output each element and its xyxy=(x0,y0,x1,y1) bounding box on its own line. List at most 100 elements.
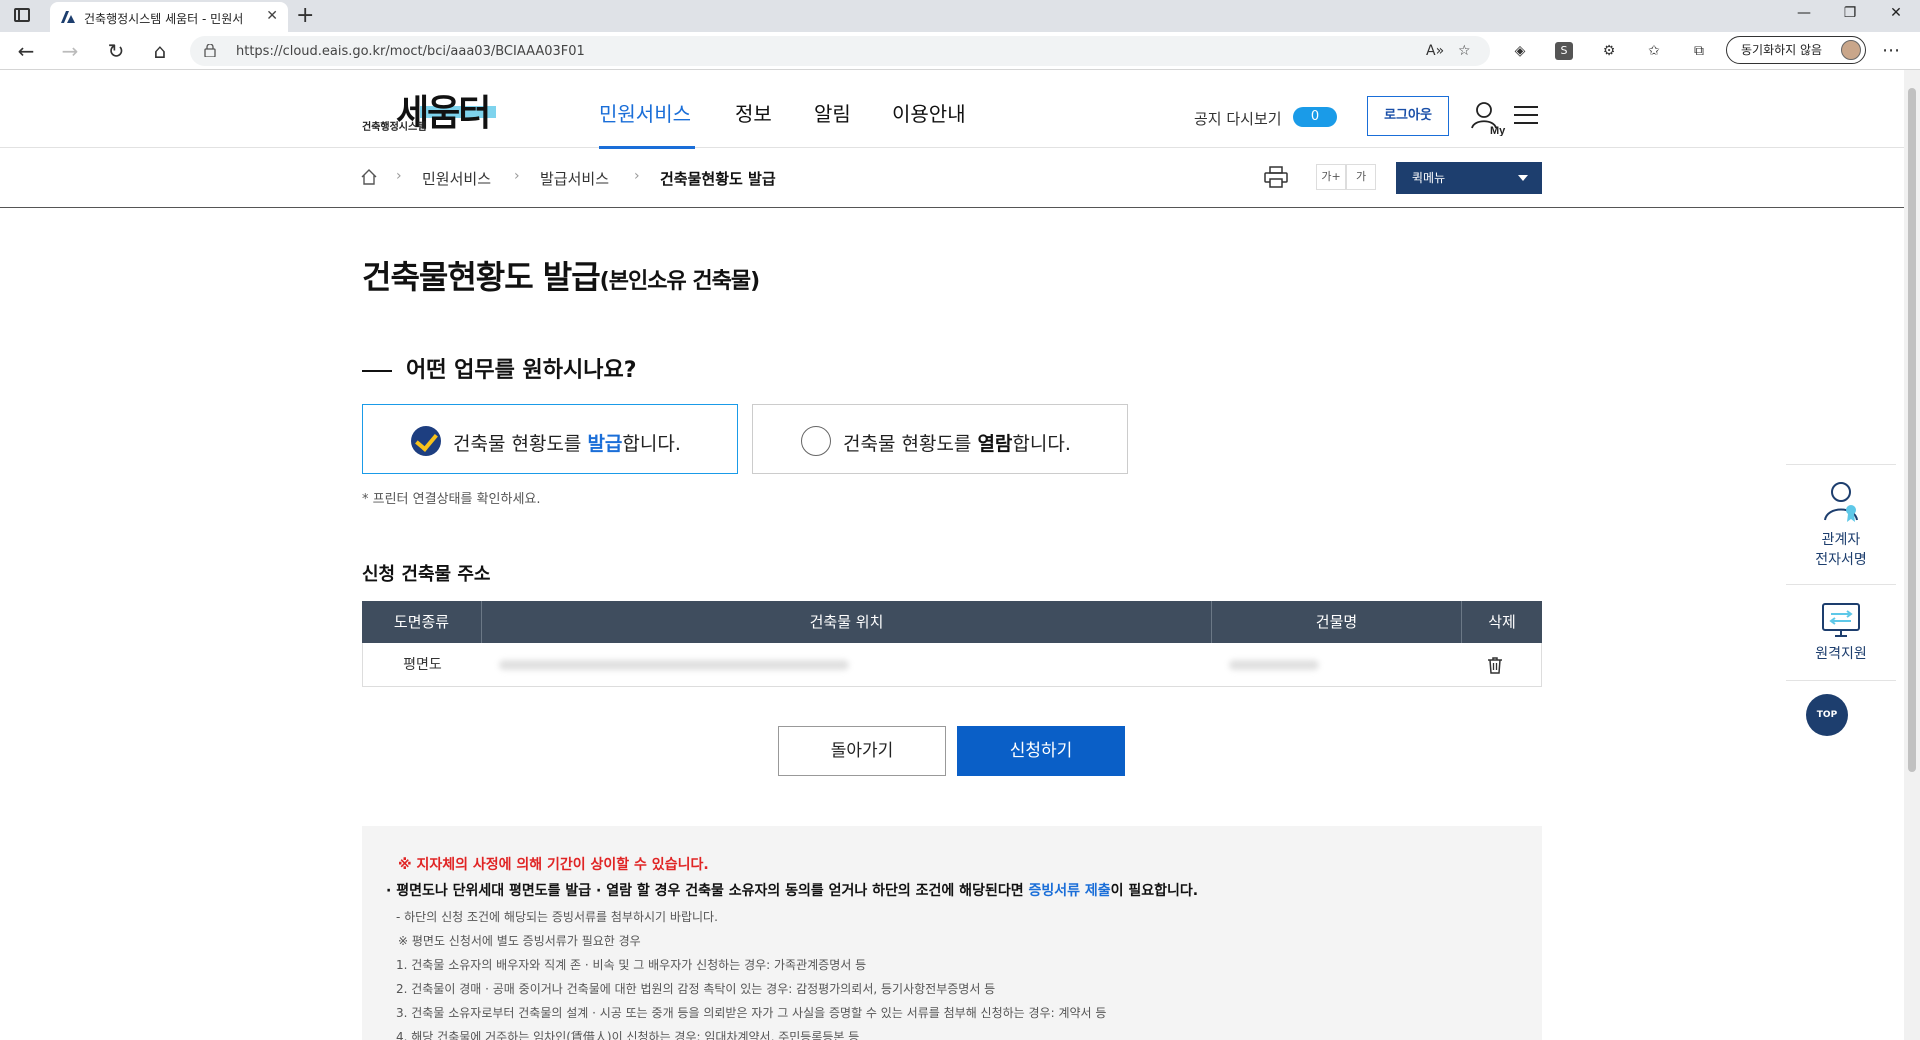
sync-label: 동기화하지 않음 xyxy=(1741,43,1823,57)
section-dash xyxy=(362,370,392,372)
info-line: 1. 건축물 소유자의 배우자와 직계 존 · 비속 및 그 배우자가 신청하는… xyxy=(396,958,867,972)
option-issue[interactable]: 건축물 현황도를 발급합니다. xyxy=(362,404,738,474)
minimize-icon[interactable]: — xyxy=(1794,5,1814,21)
radio-empty-icon xyxy=(801,426,831,456)
url-text: https://cloud.eais.go.kr/moct/bci/aaa03/… xyxy=(236,44,585,59)
e-sign-label-2: 전자서명 xyxy=(1815,552,1867,568)
forward-icon[interactable]: → xyxy=(58,39,82,63)
quick-menu-label: 퀵메뉴 xyxy=(1412,171,1446,185)
e-sign-widget[interactable]: 관계자 전자서명 xyxy=(1786,480,1896,570)
back-button[interactable]: 돌아가기 xyxy=(778,726,946,776)
breadcrumb-home-icon[interactable] xyxy=(360,168,378,186)
site-header: 세움터 건축행정시스템 민원서비스 정보 알림 이용안내 공지 다시보기 0 로… xyxy=(0,70,1904,149)
browser-tab[interactable]: 건축행정시스템 세움터 - 민원서 ✕ xyxy=(50,2,288,32)
favorites-icon[interactable]: ✩ xyxy=(1645,42,1663,60)
table-header: 도면종류 건축물 위치 건물명 삭제 xyxy=(362,601,1542,643)
font-larger-button[interactable]: 가+ xyxy=(1316,164,1346,190)
new-tab-icon[interactable]: + xyxy=(296,3,314,28)
notice-count-badge[interactable]: 0 xyxy=(1293,107,1337,127)
remote-support-widget[interactable]: 원격지원 xyxy=(1786,600,1896,664)
scroll-thumb[interactable] xyxy=(1908,88,1916,772)
option-issue-pre: 건축물 현황도를 xyxy=(453,433,588,455)
option-view-pre: 건축물 현황도를 xyxy=(843,433,978,455)
notice-replay-label[interactable]: 공지 다시보기 xyxy=(1194,108,1282,129)
e-sign-label-1: 관계자 xyxy=(1821,532,1861,548)
address-section-title: 신청 건축물 주소 xyxy=(362,564,491,585)
logo-sub-text: 건축행정시스템 xyxy=(362,122,427,133)
info-line: 2. 건축물이 경매 · 공매 중이거나 건축물에 대한 법원의 감정 촉탁이 … xyxy=(396,982,996,996)
restore-icon[interactable]: ❐ xyxy=(1840,5,1860,21)
logout-button[interactable]: 로그아웃 xyxy=(1367,96,1449,136)
redacted-building-name xyxy=(1229,660,1319,670)
extension-a-icon[interactable]: ◈ xyxy=(1511,42,1529,60)
info-main: · 평면도나 단위세대 평면도를 발급 · 열람 할 경우 건축물 소유자의 동… xyxy=(386,880,1198,900)
task-question-text: 어떤 업무를 원하시나요? xyxy=(406,358,637,383)
collections-icon[interactable]: ⧉ xyxy=(1690,42,1708,60)
info-main-pre: · 평면도나 단위세대 평면도를 발급 · 열람 할 경우 건축물 소유자의 동… xyxy=(386,883,1029,899)
proof-docs-link[interactable]: 증빙서류 제출 xyxy=(1028,883,1110,899)
close-tab-icon[interactable]: ✕ xyxy=(266,8,278,24)
print-icon[interactable] xyxy=(1264,166,1288,188)
close-window-icon[interactable]: ✕ xyxy=(1886,5,1906,21)
sidebar-toggle-icon[interactable] xyxy=(14,8,30,22)
extension-icon[interactable]: ⚙ xyxy=(1600,42,1618,60)
breadcrumb-civil-service[interactable]: 민원서비스 xyxy=(422,168,491,189)
scroll-top-button[interactable]: TOP xyxy=(1806,694,1848,736)
breadcrumb-issue-service[interactable]: 발급서비스 xyxy=(540,168,609,189)
option-issue-post: 합니다. xyxy=(622,433,681,455)
nav-item-notice[interactable]: 알림 xyxy=(814,98,851,127)
apply-button[interactable]: 신청하기 xyxy=(957,726,1125,776)
info-line: 4. 해당 건축물에 거주하는 임차인(賃借人)이 신청하는 경우: 임대차계약… xyxy=(396,1030,860,1040)
nav-item-info[interactable]: 정보 xyxy=(735,98,772,127)
read-aloud-icon[interactable]: A» xyxy=(1426,43,1444,59)
quick-menu-select[interactable]: 퀵메뉴 xyxy=(1396,162,1542,194)
font-smaller-button[interactable]: 가 xyxy=(1346,164,1376,190)
back-icon[interactable]: ← xyxy=(14,39,38,63)
info-box: ※ 지자체의 사정에 의해 기간이 상이할 수 있습니다. · 평면도나 단위세… xyxy=(362,826,1542,1040)
site-logo[interactable]: 세움터 건축행정시스템 xyxy=(362,84,502,134)
col-building-name: 건물명 xyxy=(1212,601,1462,643)
option-issue-text: 건축물 현황도를 발급합니다. xyxy=(453,429,681,456)
printer-note: * 프린터 연결상태를 확인하세요. xyxy=(362,492,541,507)
info-warning: ※ 지자체의 사정에 의해 기간이 상이할 수 있습니다. xyxy=(398,857,709,873)
more-options-icon[interactable]: ⋯ xyxy=(1882,40,1900,61)
col-drawing-type: 도면종류 xyxy=(362,601,482,643)
table-row: 평면도 xyxy=(362,643,1542,687)
browser-address-bar: ← → ↻ ⌂ https://cloud.eais.go.kr/moct/bc… xyxy=(0,32,1920,70)
option-issue-highlight: 발급 xyxy=(587,433,623,455)
trash-icon[interactable] xyxy=(1487,656,1503,674)
profile-sync-button[interactable]: 동기화하지 않음 xyxy=(1726,36,1866,64)
person-badge-icon xyxy=(1824,482,1858,522)
nav-item-guide[interactable]: 이용안내 xyxy=(892,98,966,127)
info-main-post: 이 필요합니다. xyxy=(1110,883,1199,899)
option-view-highlight: 열람 xyxy=(977,433,1013,455)
svg-text:My: My xyxy=(1490,125,1506,136)
home-icon[interactable]: ⌂ xyxy=(148,39,172,63)
remote-support-label: 원격지원 xyxy=(1815,646,1867,662)
page-title-sub: (본인소유 건축물) xyxy=(599,269,760,294)
menu-icon[interactable] xyxy=(1514,106,1538,126)
nav-item-civil-service[interactable]: 민원서비스 xyxy=(599,98,691,127)
url-bar[interactable]: https://cloud.eais.go.kr/moct/bci/aaa03/… xyxy=(190,36,1490,66)
caret-down-icon xyxy=(1518,175,1528,181)
option-view-post: 합니다. xyxy=(1012,433,1071,455)
browser-tab-bar: 건축행정시스템 세움터 - 민원서 ✕ + — ❐ ✕ xyxy=(0,0,1920,32)
info-line: ※ 평면도 신청서에 별도 증빙서류가 필요한 경우 xyxy=(398,934,641,948)
favorite-add-icon[interactable]: ☆ xyxy=(1458,43,1471,59)
extension-s-icon[interactable]: S xyxy=(1555,42,1573,60)
breadcrumb-current: 건축물현황도 발급 xyxy=(660,170,776,188)
page-scrollbar[interactable] xyxy=(1904,70,1920,1040)
chevron-right-icon: › xyxy=(634,168,640,184)
breadcrumb: › 민원서비스 › 발급서비스 › 건축물현황도 발급 가+ 가 퀵메뉴 xyxy=(0,148,1904,208)
my-user-icon[interactable]: My xyxy=(1470,100,1506,136)
lock-icon xyxy=(204,44,216,57)
option-view[interactable]: 건축물 현황도를 열람합니다. xyxy=(752,404,1128,474)
info-line: 3. 건축물 소유자로부터 건축물의 설계 · 시공 또는 중개 등을 의뢰받은… xyxy=(396,1006,1107,1020)
side-divider xyxy=(1786,584,1896,585)
side-divider xyxy=(1786,680,1896,681)
refresh-icon[interactable]: ↻ xyxy=(104,39,128,63)
page-title-main: 건축물현황도 발급 xyxy=(362,258,601,296)
cell-location xyxy=(483,643,1213,687)
chevron-right-icon: › xyxy=(514,168,520,184)
check-circle-icon xyxy=(411,426,441,456)
